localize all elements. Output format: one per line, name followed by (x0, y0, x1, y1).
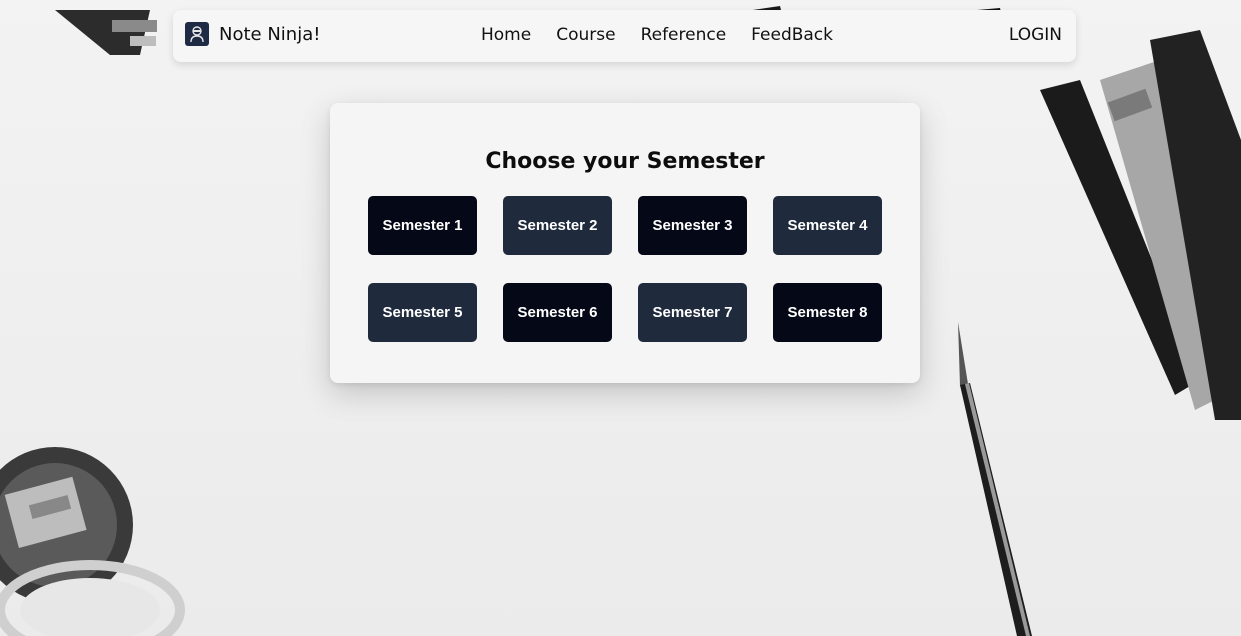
semester-grid: Semester 1 Semester 2 Semester 3 Semeste… (368, 196, 882, 342)
semester-4-button[interactable]: Semester 4 (773, 196, 882, 255)
semester-card: Choose your Semester Semester 1 Semester… (330, 103, 920, 383)
binder-clip-icon (55, 10, 157, 55)
ninja-logo-icon (185, 22, 209, 46)
stapler-icon (1040, 30, 1241, 420)
semester-2-button[interactable]: Semester 2 (503, 196, 612, 255)
semester-3-button[interactable]: Semester 3 (638, 196, 747, 255)
pencil-icon (958, 322, 1032, 636)
semester-6-button[interactable]: Semester 6 (503, 283, 612, 342)
brand-name: Note Ninja! (219, 23, 321, 45)
login-link[interactable]: LOGIN (1009, 25, 1062, 45)
nav-link-feedback[interactable]: FeedBack (751, 25, 833, 45)
card-title: Choose your Semester (485, 149, 765, 174)
sharpener-icon (0, 447, 185, 636)
semester-7-button[interactable]: Semester 7 (638, 283, 747, 342)
nav-links: Home Course Reference FeedBack (481, 25, 833, 45)
brand[interactable]: Note Ninja! (185, 22, 320, 46)
top-navbar: Note Ninja! Home Course Reference FeedBa… (173, 10, 1076, 62)
semester-1-button[interactable]: Semester 1 (368, 196, 477, 255)
nav-link-home[interactable]: Home (481, 25, 531, 45)
nav-link-course[interactable]: Course (556, 25, 615, 45)
semester-8-button[interactable]: Semester 8 (773, 283, 882, 342)
semester-5-button[interactable]: Semester 5 (368, 283, 477, 342)
nav-link-reference[interactable]: Reference (641, 25, 727, 45)
